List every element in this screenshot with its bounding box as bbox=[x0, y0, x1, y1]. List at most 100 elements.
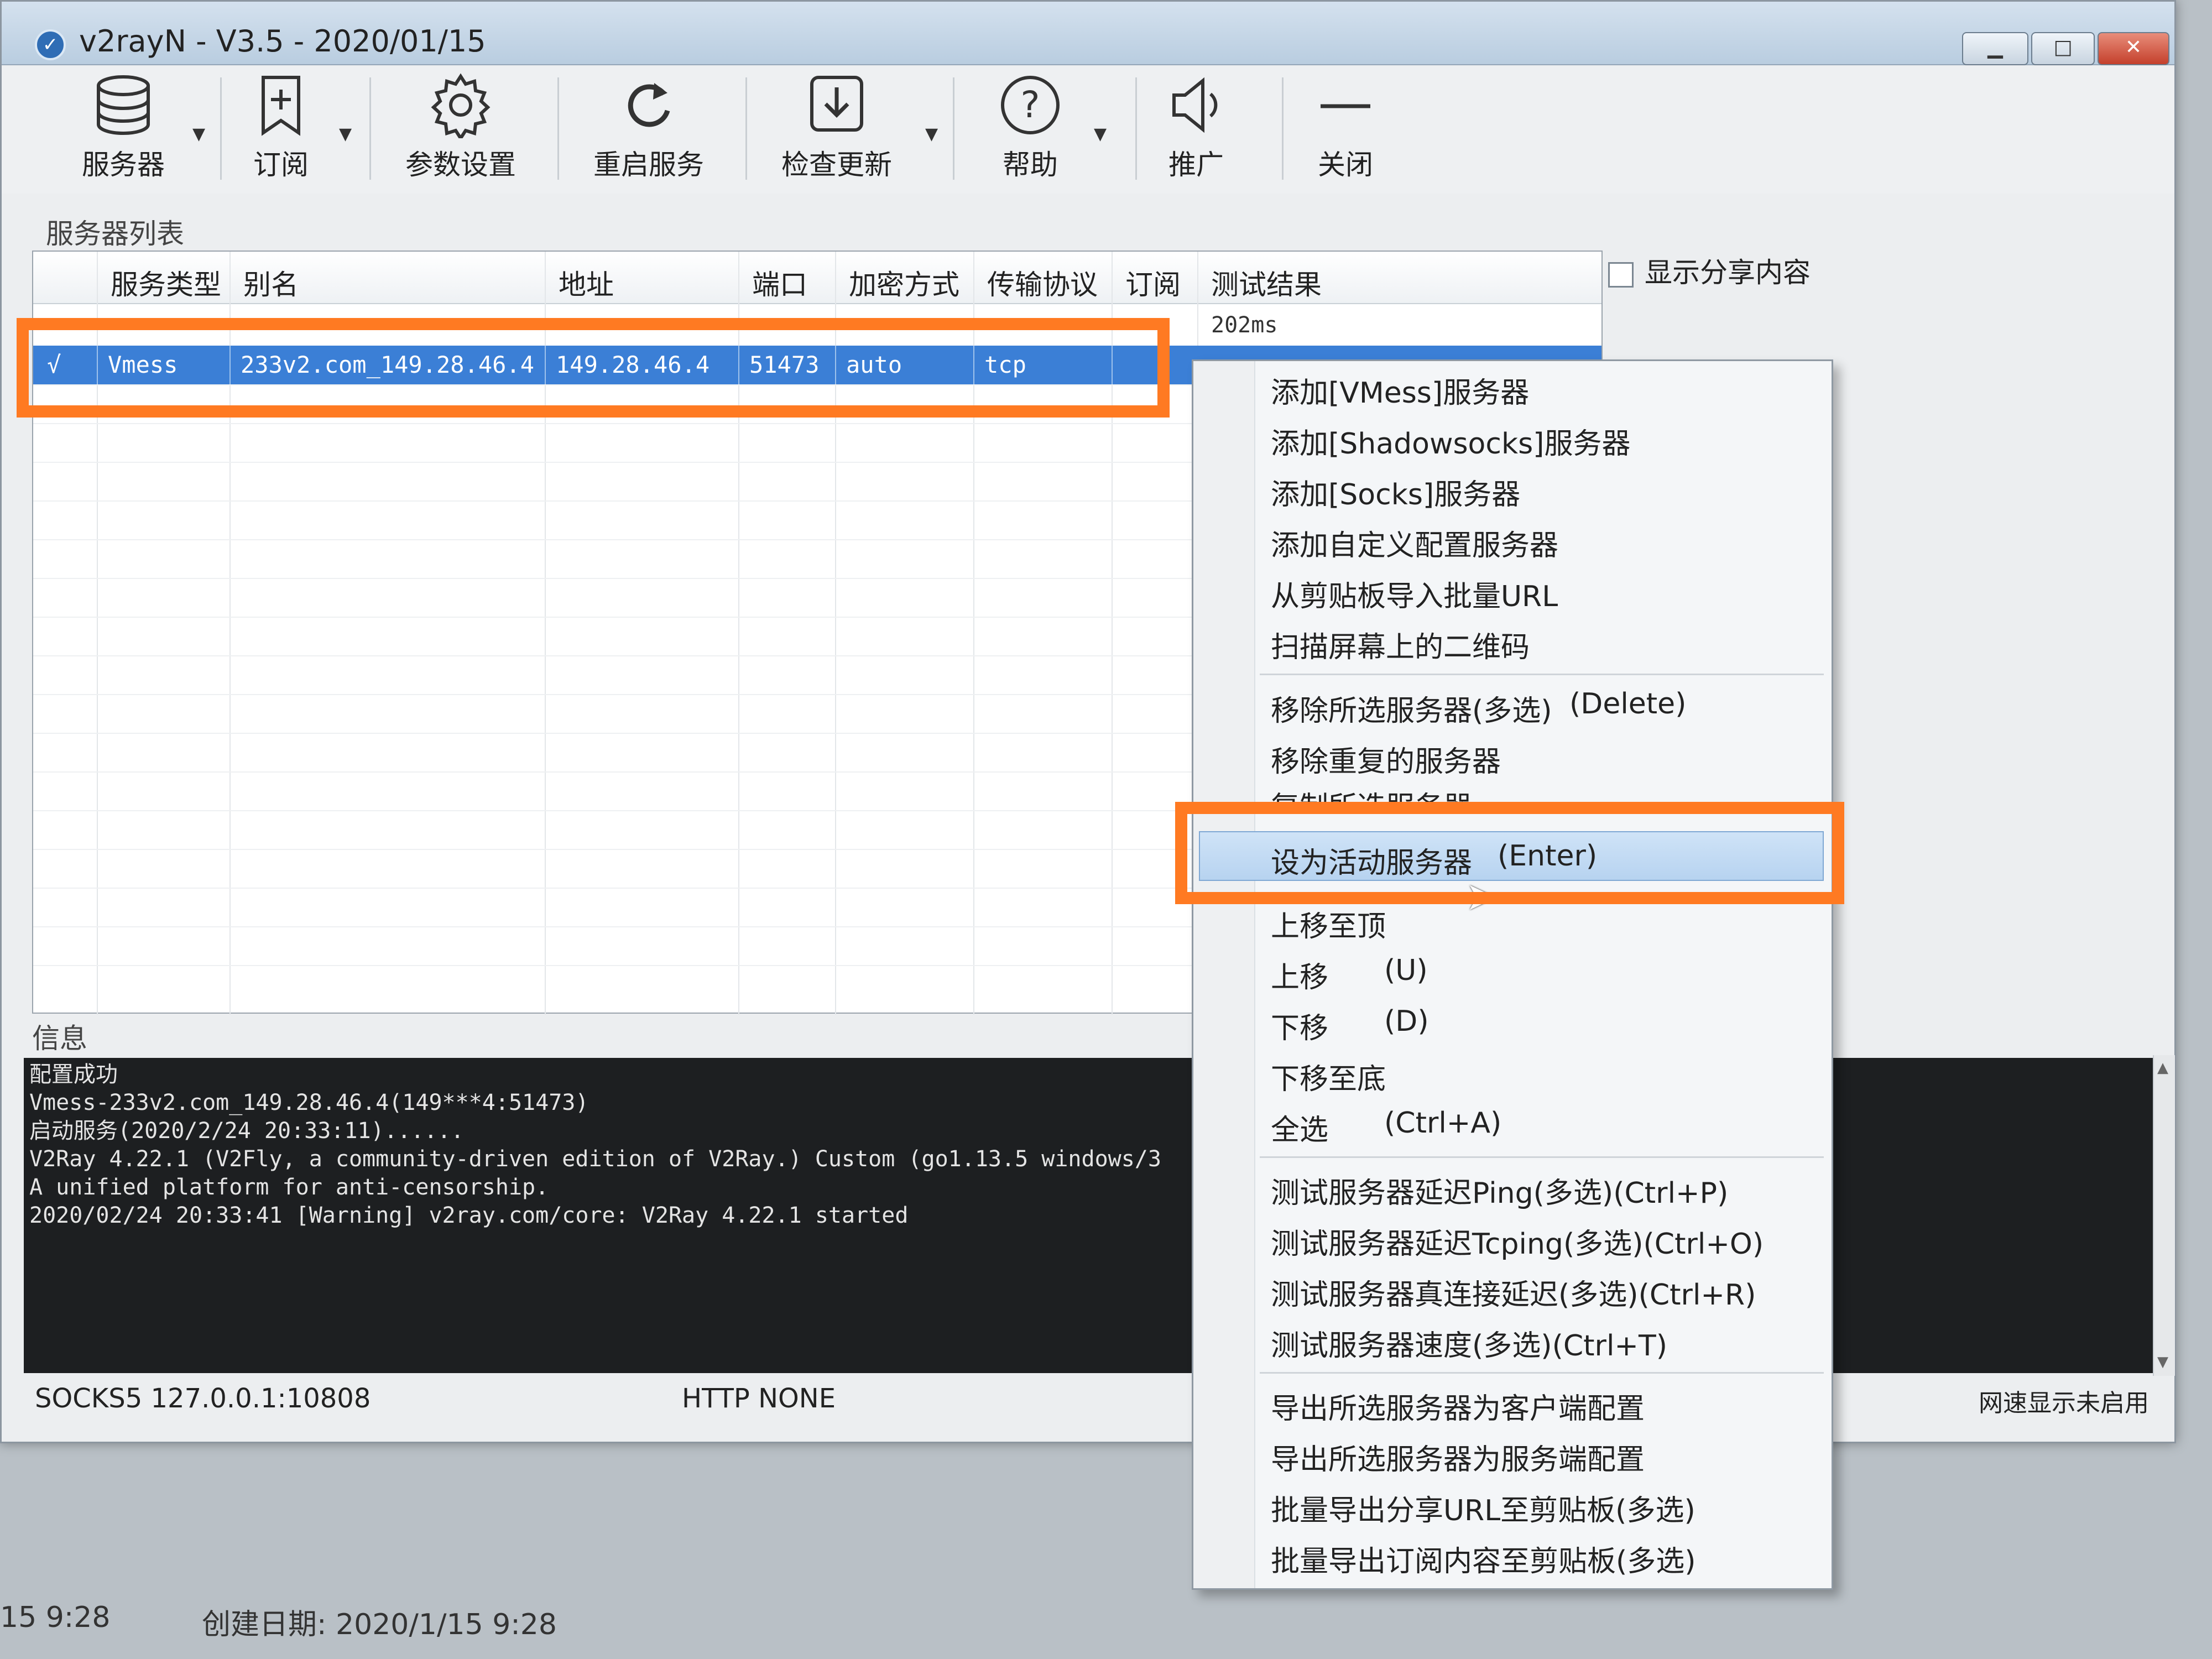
menu-item-move-up[interactable]: 上移 (U) bbox=[1271, 954, 1428, 995]
column-header-port[interactable]: 端口 bbox=[752, 263, 807, 302]
promotion-button[interactable]: 推广 bbox=[1157, 72, 1235, 188]
menu-item-test-ping[interactable]: 测试服务器延迟Ping(多选)(Ctrl+P) bbox=[1271, 1170, 1728, 1211]
menu-item-label: 添加自定义配置服务器 bbox=[1271, 529, 1559, 562]
menu-item-remove-selected[interactable]: 移除所选服务器(多选) (Delete) bbox=[1271, 687, 1686, 729]
bookmark-add-icon bbox=[262, 76, 300, 136]
minimize-icon: ▁ bbox=[1987, 36, 2003, 59]
restart-service-button[interactable]: 重启服务 bbox=[588, 72, 709, 188]
highlight-selected-row bbox=[17, 318, 1170, 418]
column-header-security[interactable]: 加密方式 bbox=[849, 263, 959, 302]
desktop-created-date: 创建日期: 2020/1/15 9:28 bbox=[202, 1608, 557, 1641]
toolbar-divider bbox=[557, 77, 559, 180]
column-header-network[interactable]: 传输协议 bbox=[987, 263, 1098, 302]
http-status: HTTP NONE bbox=[682, 1383, 836, 1414]
menu-item-label: 批量导出分享URL至剪贴板(多选) bbox=[1271, 1494, 1695, 1527]
close-window-button[interactable]: ✕ bbox=[2098, 32, 2169, 65]
menu-item-shortcut: (Ctrl+A) bbox=[1384, 1107, 1502, 1140]
promotion-label: 推广 bbox=[1168, 149, 1224, 181]
show-share-checkbox[interactable]: 显示分享内容 bbox=[1608, 251, 1811, 290]
settings-button[interactable]: 参数设置 bbox=[400, 72, 521, 188]
menu-item-select-all[interactable]: 全选 (Ctrl+A) bbox=[1271, 1107, 1501, 1148]
console-scrollbar[interactable]: ▲ ▼ bbox=[2153, 1055, 2175, 1376]
maximize-icon: □ bbox=[2053, 36, 2073, 59]
log-console[interactable]: 配置成功 Vmess-233v2.com_149.28.46.4(149***4:… bbox=[24, 1058, 2169, 1373]
toolbar-divider bbox=[1135, 77, 1137, 180]
restart-service-label: 重启服务 bbox=[593, 149, 704, 181]
menu-item-test-tcping[interactable]: 测试服务器延迟Tcping(多选)(Ctrl+O) bbox=[1271, 1220, 1764, 1262]
scroll-up-arrow-icon[interactable]: ▲ bbox=[2157, 1060, 2168, 1076]
scroll-down-arrow-icon[interactable]: ▼ bbox=[2157, 1354, 2168, 1370]
servers-label: 服务器 bbox=[82, 149, 165, 181]
close-app-label: 关闭 bbox=[1318, 149, 1373, 181]
menu-item-label: 测试服务器真连接延迟(多选)(Ctrl+R) bbox=[1271, 1279, 1756, 1312]
menu-item-test-real-delay[interactable]: 测试服务器真连接延迟(多选)(Ctrl+R) bbox=[1271, 1271, 1756, 1313]
menu-item-scan-qrcode[interactable]: 扫描屏幕上的二维码 bbox=[1271, 624, 1530, 665]
toolbar-divider bbox=[1282, 77, 1284, 180]
chevron-down-icon: ▼ bbox=[1094, 124, 1107, 144]
menu-item-label: 下移 bbox=[1271, 1012, 1329, 1045]
svg-text:?: ? bbox=[1020, 84, 1040, 126]
v2rayn-app-icon: ✓ bbox=[35, 29, 66, 60]
menu-item-move-top[interactable]: 上移至顶 bbox=[1271, 903, 1386, 945]
menu-item-add-shadowsocks[interactable]: 添加[Shadowsocks]服务器 bbox=[1271, 420, 1630, 462]
menu-item-export-client-config[interactable]: 导出所选服务器为客户端配置 bbox=[1271, 1385, 1645, 1427]
test-result-cell: 202ms bbox=[1211, 312, 1278, 338]
menu-item-label: 导出所选服务器为客户端配置 bbox=[1271, 1392, 1645, 1426]
column-header-type[interactable]: 服务类型 bbox=[111, 263, 221, 302]
column-header-alias[interactable]: 别名 bbox=[243, 263, 299, 302]
checkbox-box[interactable] bbox=[1608, 262, 1634, 288]
menu-item-test-speed[interactable]: 测试服务器速度(多选)(Ctrl+T) bbox=[1271, 1322, 1667, 1364]
server-list-label: 服务器列表 bbox=[46, 218, 184, 250]
menu-item-label: 扫描屏幕上的二维码 bbox=[1271, 631, 1530, 664]
chevron-down-icon: ▼ bbox=[192, 124, 206, 144]
subscription-menu-button[interactable]: 订阅 ▼ bbox=[239, 72, 352, 188]
menu-item-add-custom[interactable]: 添加自定义配置服务器 bbox=[1271, 522, 1558, 564]
servers-menu-button[interactable]: 服务器 ▼ bbox=[68, 72, 205, 188]
column-header-test-result[interactable]: 测试结果 bbox=[1211, 263, 1322, 302]
check-update-label: 检查更新 bbox=[781, 149, 892, 181]
menu-separator bbox=[1260, 1372, 1824, 1374]
close-icon: ✕ bbox=[2125, 36, 2142, 59]
menu-item-label: 导出所选服务器为服务端配置 bbox=[1271, 1443, 1645, 1477]
menu-item-export-share-urls[interactable]: 批量导出分享URL至剪贴板(多选) bbox=[1271, 1487, 1695, 1528]
log-line: Vmess-233v2.com_149.28.46.4(149***4:5147… bbox=[29, 1090, 589, 1115]
speed-status: 网速显示未启用 bbox=[1979, 1389, 2149, 1417]
help-menu-button[interactable]: ? 帮助 ▼ bbox=[992, 72, 1107, 188]
column-header-subscription[interactable]: 订阅 bbox=[1125, 263, 1181, 302]
context-menu: 添加[VMess]服务器 添加[Shadowsocks]服务器 添加[Socks… bbox=[1192, 359, 1833, 1590]
log-line: 启动服务(2020/2/24 20:33:11)...... bbox=[29, 1118, 465, 1144]
menu-item-label: 测试服务器速度(多选)(Ctrl+T) bbox=[1271, 1329, 1668, 1363]
menu-item-export-subscription[interactable]: 批量导出订阅内容至剪贴板(多选) bbox=[1271, 1538, 1696, 1579]
menu-item-add-socks[interactable]: 添加[Socks]服务器 bbox=[1271, 471, 1520, 513]
download-icon bbox=[810, 76, 863, 132]
menu-separator bbox=[1260, 674, 1824, 675]
chevron-down-icon: ▼ bbox=[339, 124, 352, 144]
status-bar: SOCKS5 127.0.0.1:10808 HTTP NONE 网速显示未启用 bbox=[24, 1378, 2169, 1422]
maximize-button[interactable]: □ bbox=[2031, 32, 2095, 65]
subscription-label: 订阅 bbox=[253, 149, 309, 181]
check-update-button[interactable]: 检查更新 ▼ bbox=[773, 72, 938, 188]
menu-item-import-clipboard[interactable]: 从剪贴板导入批量URL bbox=[1271, 573, 1558, 614]
close-app-button[interactable]: 关闭 bbox=[1307, 72, 1384, 188]
menu-item-add-vmess[interactable]: 添加[VMess]服务器 bbox=[1271, 369, 1529, 411]
toolbar-divider bbox=[220, 77, 222, 180]
gear-icon bbox=[431, 73, 491, 138]
minimize-button[interactable]: ▁ bbox=[1962, 32, 2028, 65]
menu-item-shortcut: (Delete) bbox=[1569, 687, 1687, 721]
menu-item-label: 批量导出订阅内容至剪贴板(多选) bbox=[1271, 1545, 1696, 1578]
menu-item-remove-duplicates[interactable]: 移除重复的服务器 bbox=[1271, 738, 1501, 780]
chevron-down-icon: ▼ bbox=[925, 124, 938, 144]
log-line: A unified platform for anti-censorship. bbox=[29, 1175, 549, 1200]
menu-item-label: 从剪贴板导入批量URL bbox=[1271, 580, 1558, 613]
refresh-icon bbox=[628, 83, 670, 127]
title-bar[interactable]: ✓ v2rayN - V3.5 - 2020/01/15 ▁ □ ✕ bbox=[2, 2, 2174, 65]
speaker-icon bbox=[1172, 77, 1218, 133]
column-header-address[interactable]: 地址 bbox=[559, 263, 614, 302]
menu-item-move-bottom[interactable]: 下移至底 bbox=[1271, 1056, 1386, 1097]
log-line: 2020/02/24 20:33:41 [Warning] v2ray.com/… bbox=[29, 1203, 909, 1228]
menu-item-move-down[interactable]: 下移 (D) bbox=[1271, 1005, 1429, 1046]
highlight-set-active-item bbox=[1175, 802, 1844, 904]
menu-item-label: 下移至底 bbox=[1271, 1063, 1386, 1096]
toolbar-divider bbox=[369, 77, 371, 180]
menu-item-export-server-config[interactable]: 导出所选服务器为服务端配置 bbox=[1271, 1436, 1645, 1478]
